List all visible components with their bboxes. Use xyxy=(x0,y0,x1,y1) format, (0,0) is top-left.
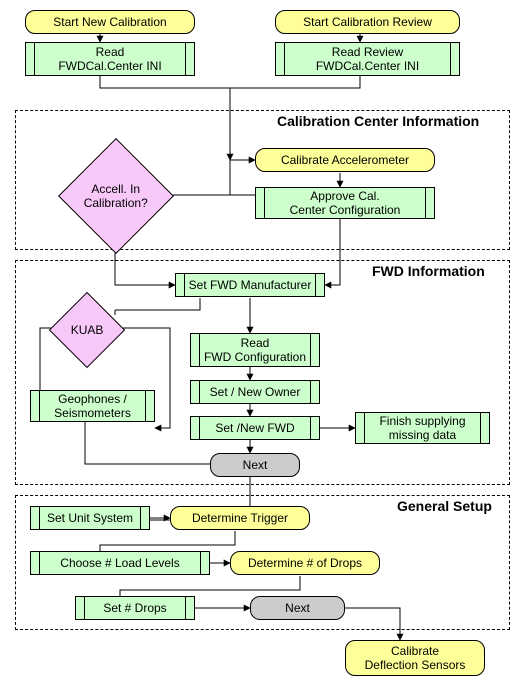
decision-accel-label: Accell. In Calibration? xyxy=(84,182,148,211)
section3-title: General Setup xyxy=(395,498,494,514)
finish-missing-data: Finish supplying missing data xyxy=(355,412,490,444)
read-ini: Read FWDCal.Center INI xyxy=(25,42,195,76)
read-fwd-config: Read FWD Configuration xyxy=(190,333,320,367)
set-new-owner: Set / New Owner xyxy=(190,380,320,404)
approve-center-config: Approve Cal. Center Configuration xyxy=(255,187,435,219)
decision-kuab-label: KUAB xyxy=(71,323,104,337)
set-drops: Set # Drops xyxy=(75,596,195,620)
next-fwd: Next xyxy=(210,453,300,477)
geophones-seismometers: Geophones / Seismometers xyxy=(30,390,155,422)
set-fwd-manufacturer: Set FWD Manufacturer xyxy=(175,273,325,297)
start-new-calibration: Start New Calibration xyxy=(25,10,195,34)
calibrate-accelerometer: Calibrate Accelerometer xyxy=(255,148,435,172)
determine-trigger: Determine Trigger xyxy=(170,506,310,530)
section2-title: FWD Information xyxy=(370,263,487,279)
determine-drops: Determine # of Drops xyxy=(230,551,380,575)
section1-title: Calibration Center Information xyxy=(275,113,481,129)
read-review-ini: Read Review FWDCal.Center INI xyxy=(275,42,460,76)
calibrate-deflection-sensors: Calibrate Deflection Sensors xyxy=(345,640,485,676)
set-new-fwd: Set /New FWD xyxy=(190,416,320,440)
choose-load-levels: Choose # Load Levels xyxy=(30,551,210,575)
next-general: Next xyxy=(250,596,345,620)
start-calibration-review: Start Calibration Review xyxy=(275,10,460,34)
set-unit-system: Set Unit System xyxy=(30,506,150,530)
